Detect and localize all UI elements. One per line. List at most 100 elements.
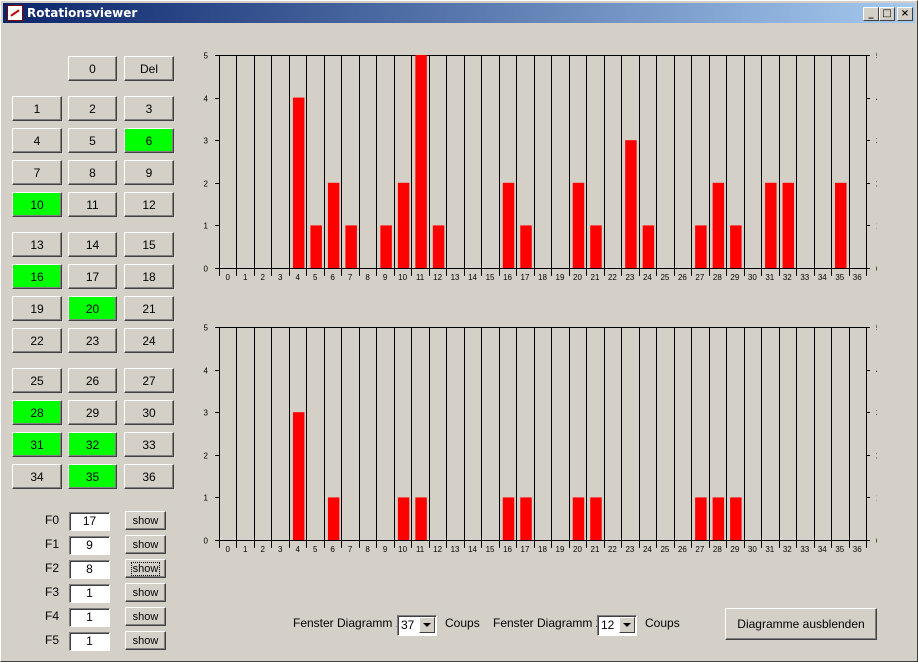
delete-button[interactable]: Del	[124, 56, 174, 81]
bar-32	[782, 182, 795, 268]
filter-value-input-2[interactable]: 8	[69, 560, 110, 579]
show-button-4[interactable]: show	[125, 607, 166, 626]
number-button-9[interactable]: 9	[124, 160, 174, 185]
x-tick-label: 25	[660, 545, 669, 554]
x-tick-label: 25	[660, 273, 669, 282]
hide-diagrams-button[interactable]: Diagramme ausblenden	[725, 608, 877, 640]
bar-35	[835, 182, 847, 268]
title-bar[interactable]: Rotationsviewer _ □ ×	[3, 3, 915, 23]
show-button-1[interactable]: show	[125, 535, 166, 554]
number-button-12[interactable]: 12	[124, 192, 174, 217]
x-tick-label: 8	[365, 545, 370, 554]
bar-4	[292, 412, 305, 540]
number-button-22[interactable]: 22	[12, 328, 62, 353]
button-label: 36	[142, 469, 156, 484]
filter-label-5: F5	[45, 633, 60, 647]
bar-12	[432, 225, 445, 268]
number-button-6[interactable]: 6	[124, 128, 174, 153]
bar-17	[520, 497, 532, 540]
y-tick-label: 4	[204, 367, 209, 376]
number-button-16[interactable]: 16	[12, 264, 62, 289]
button-label: 10	[30, 197, 44, 212]
number-button-20[interactable]: 20	[68, 296, 117, 321]
number-button-5[interactable]: 5	[68, 128, 117, 153]
y-tick-label-right: 3	[876, 137, 877, 146]
number-button-27[interactable]: 27	[124, 368, 174, 393]
x-tick-label: 22	[608, 545, 617, 554]
y-tick-label-right: 5	[876, 52, 877, 61]
number-button-11[interactable]: 11	[68, 192, 117, 217]
show-button-3[interactable]: show	[125, 583, 166, 602]
x-tick-label: 35	[835, 545, 844, 554]
number-button-32[interactable]: 32	[68, 432, 117, 457]
x-tick-label: 23	[625, 273, 634, 282]
filter-value-input-5[interactable]: 1	[69, 632, 110, 651]
bar-21	[590, 497, 602, 540]
number-button-3[interactable]: 3	[124, 96, 174, 121]
number-button-8[interactable]: 8	[68, 160, 117, 185]
number-button-13[interactable]: 13	[12, 232, 62, 257]
filter-value-input-0[interactable]: 17	[69, 512, 110, 531]
x-tick-label: 14	[468, 273, 477, 282]
number-button-31[interactable]: 31	[12, 432, 62, 457]
button-label: 35	[85, 469, 100, 484]
x-tick-label: 19	[556, 545, 565, 554]
number-button-4[interactable]: 4	[12, 128, 62, 153]
button-label: Diagramme ausblenden	[737, 617, 865, 631]
filter-label-2: F2	[45, 561, 60, 575]
minimize-button[interactable]: _	[863, 7, 879, 21]
x-tick-label: 0	[226, 545, 231, 554]
chevron-down-icon[interactable]	[619, 617, 635, 633]
number-button-23[interactable]: 23	[68, 328, 117, 353]
window2-select[interactable]: 12	[597, 615, 637, 636]
filter-value-input-3[interactable]: 1	[69, 584, 110, 603]
x-tick-label: 34	[818, 545, 827, 554]
button-label: 16	[30, 269, 44, 284]
number-button-21[interactable]: 21	[124, 296, 174, 321]
show-button-5[interactable]: show	[125, 631, 166, 650]
x-tick-label: 23	[625, 545, 634, 554]
x-tick-label: 0	[226, 273, 231, 282]
number-button-30[interactable]: 30	[124, 400, 174, 425]
number-button-15[interactable]: 15	[124, 232, 174, 257]
bar-29	[730, 225, 742, 268]
number-button-0[interactable]: 0	[68, 56, 117, 81]
window1-select[interactable]: 37	[397, 615, 437, 636]
number-button-29[interactable]: 29	[68, 400, 117, 425]
number-button-36[interactable]: 36	[124, 464, 174, 489]
number-button-26[interactable]: 26	[68, 368, 117, 393]
y-tick-label: 1	[204, 222, 209, 231]
show-button-0[interactable]: show	[125, 511, 166, 530]
number-button-25[interactable]: 25	[12, 368, 62, 393]
filter-value-input-1[interactable]: 9	[69, 536, 110, 555]
number-button-33[interactable]: 33	[124, 432, 174, 457]
x-tick-label: 9	[383, 273, 388, 282]
y-tick-label-right: 0	[876, 265, 877, 274]
number-button-19[interactable]: 19	[12, 296, 62, 321]
number-button-34[interactable]: 34	[12, 464, 62, 489]
number-button-18[interactable]: 18	[124, 264, 174, 289]
close-button[interactable]: ×	[897, 7, 913, 21]
show-button-2[interactable]: show	[125, 559, 166, 578]
filter-value-input-4[interactable]: 1	[69, 608, 110, 627]
number-button-35[interactable]: 35	[68, 464, 117, 489]
button-label: 0	[89, 61, 96, 76]
number-button-10[interactable]: 10	[12, 192, 62, 217]
number-button-7[interactable]: 7	[12, 160, 62, 185]
number-button-14[interactable]: 14	[68, 232, 117, 257]
number-button-1[interactable]: 1	[12, 96, 62, 121]
bar-16	[502, 182, 515, 268]
button-label: 3	[145, 101, 153, 116]
x-tick-label: 7	[348, 273, 353, 282]
x-tick-label: 8	[365, 273, 370, 282]
maximize-button[interactable]: □	[879, 7, 895, 21]
chevron-down-icon[interactable]	[419, 617, 435, 633]
button-label: 18	[142, 269, 156, 284]
x-tick-label: 16	[503, 545, 512, 554]
app-icon[interactable]	[7, 5, 23, 21]
number-button-2[interactable]: 2	[68, 96, 117, 121]
number-button-24[interactable]: 24	[124, 328, 174, 353]
number-button-28[interactable]: 28	[12, 400, 62, 425]
number-button-17[interactable]: 17	[68, 264, 117, 289]
x-tick-label: 16	[503, 273, 512, 282]
